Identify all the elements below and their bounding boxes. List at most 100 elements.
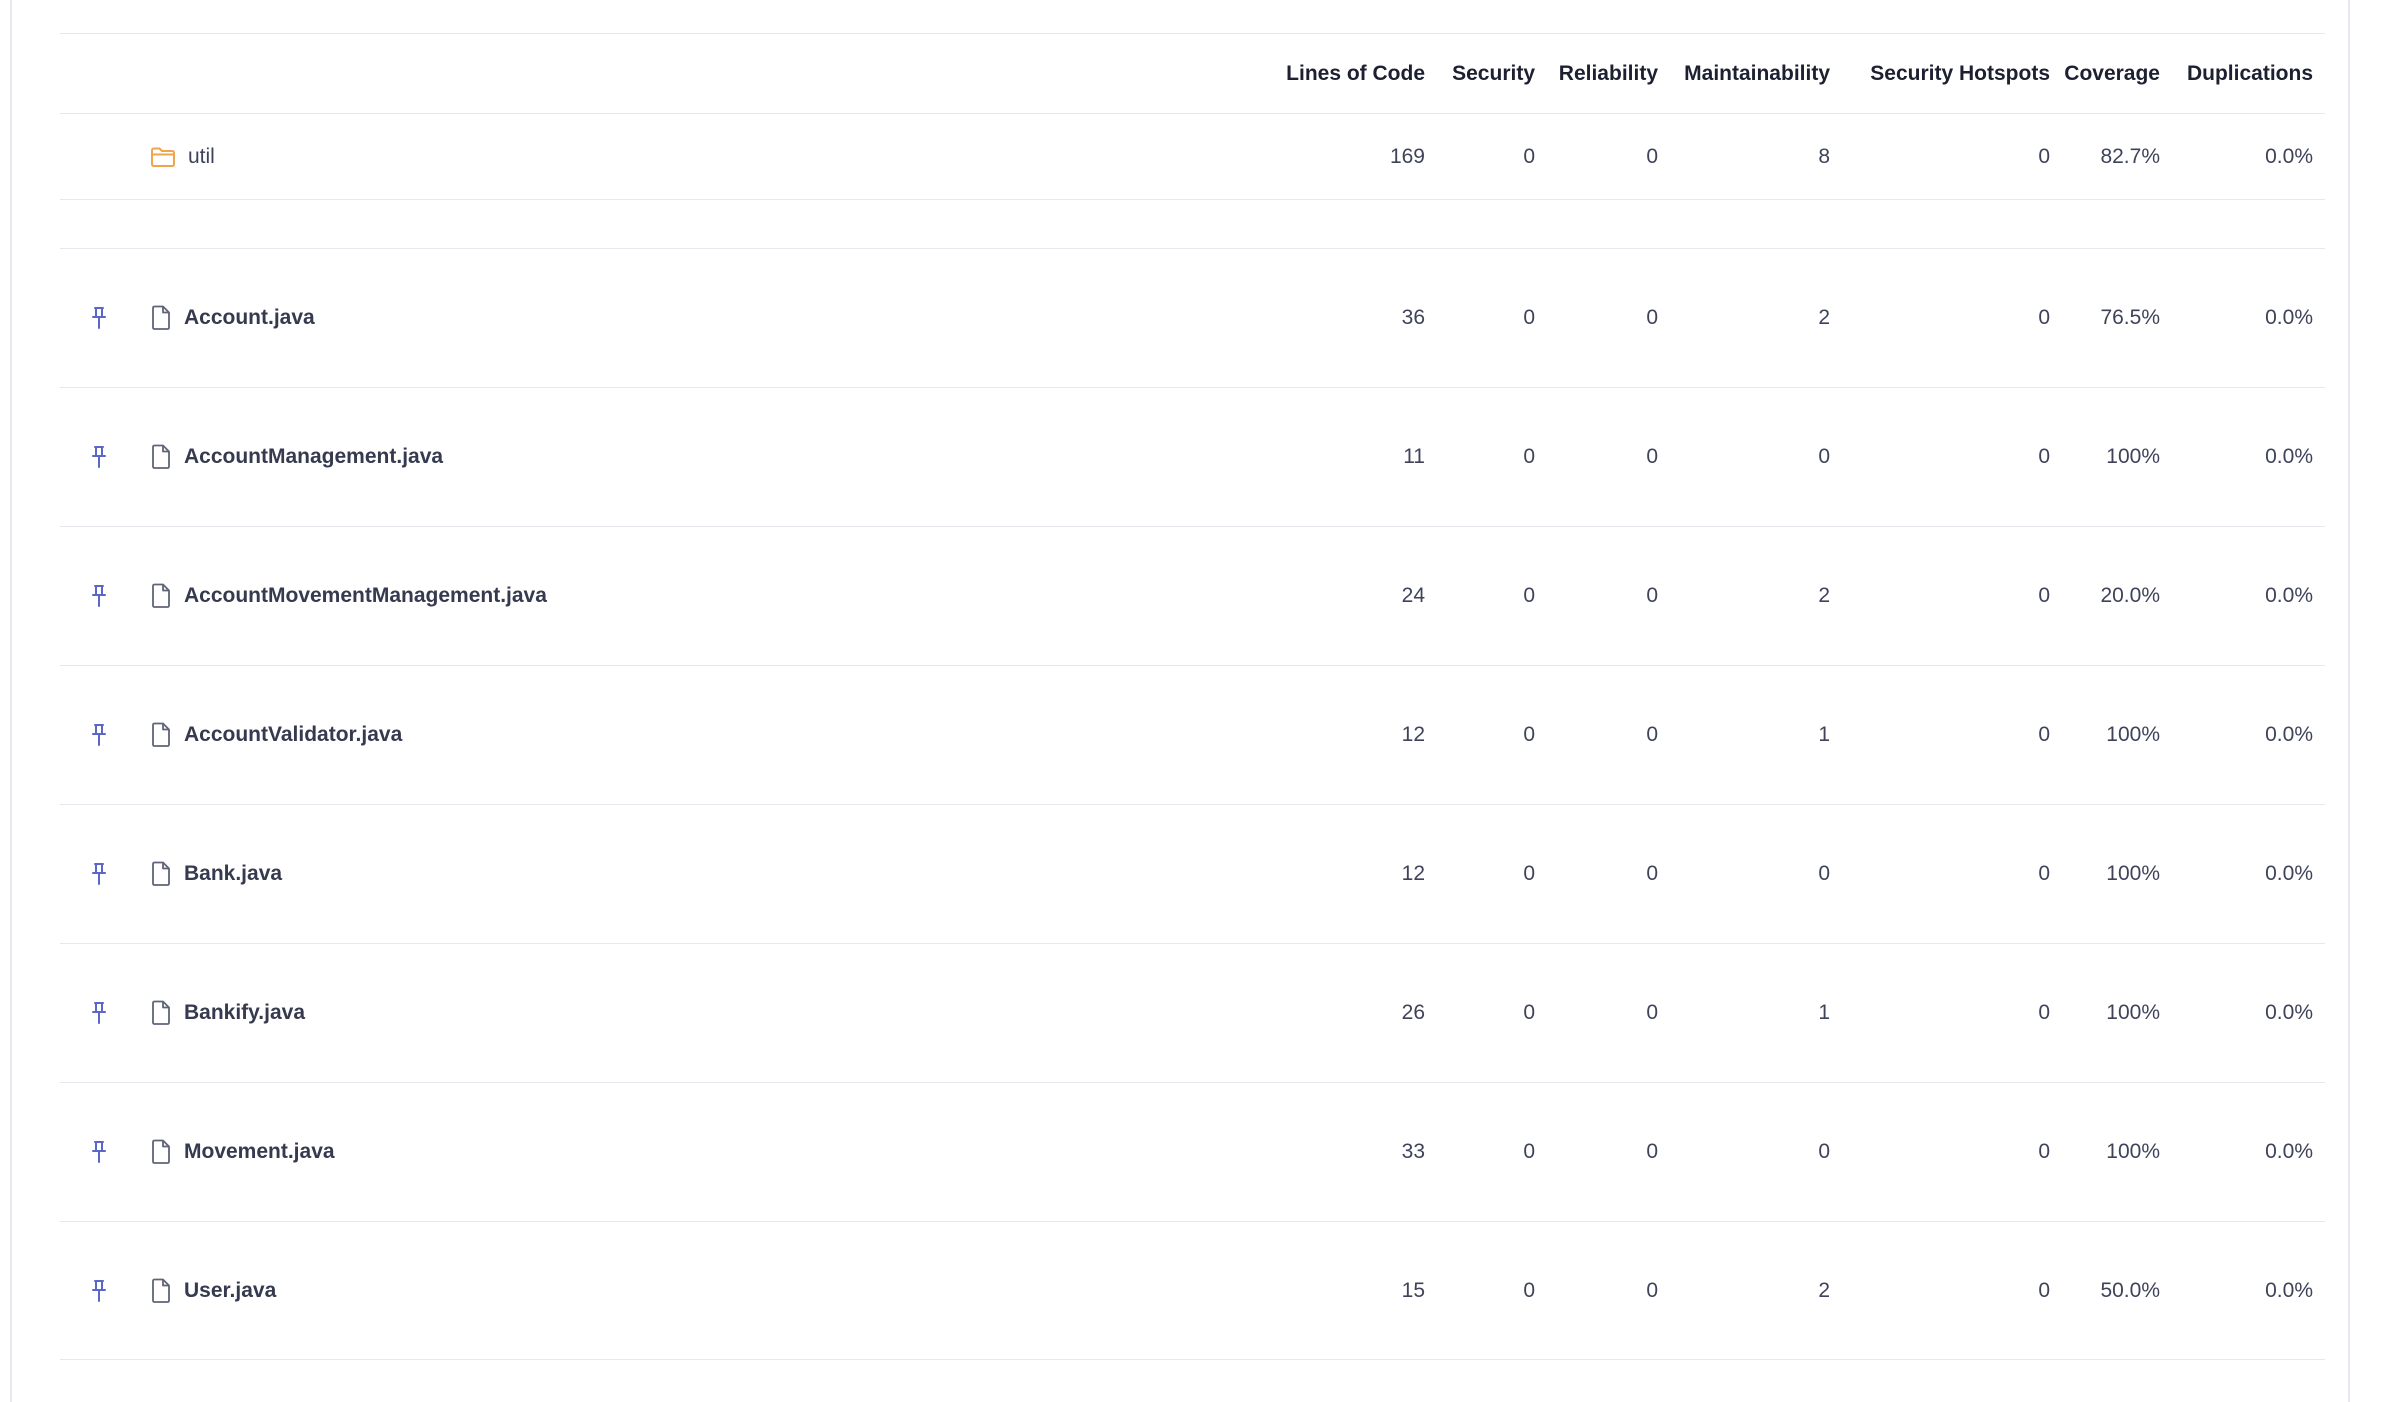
lines-of-code-value[interactable]: 11 [1210,388,1425,526]
duplications-value[interactable]: 0.0% [2170,249,2313,387]
security-hotspots-value[interactable]: 0 [1840,388,2050,526]
column-header-duplications[interactable]: Duplications [2170,34,2313,113]
table-row-file[interactable]: Movement.java 33 0 0 0 0 100% 0.0% [60,1082,2325,1221]
duplications-value[interactable]: 0.0% [2170,805,2313,943]
maintainability-value[interactable]: 0 [1670,1083,1830,1221]
file-name-link[interactable]: AccountManagement.java [184,445,443,469]
lines-of-code-value[interactable]: 24 [1210,527,1425,665]
maintainability-value[interactable]: 0 [1670,388,1830,526]
file-icon [150,1139,172,1165]
column-header-coverage[interactable]: Coverage [2060,34,2160,113]
maintainability-value[interactable]: 2 [1670,1222,1830,1359]
security-hotspots-value[interactable]: 0 [1840,527,2050,665]
security-hotspots-value[interactable]: 0 [1840,114,2050,199]
table-row-file[interactable]: Account.java 36 0 0 2 0 76.5% 0.0% [60,248,2325,387]
maintainability-value[interactable]: 1 [1670,666,1830,804]
maintainability-value[interactable]: 2 [1670,527,1830,665]
coverage-value[interactable]: 100% [2060,944,2160,1082]
duplications-value[interactable]: 0.0% [2170,666,2313,804]
security-value[interactable]: 0 [1435,527,1535,665]
table-spacer-row [60,199,2325,248]
coverage-value[interactable]: 100% [2060,388,2160,526]
lines-of-code-value[interactable]: 12 [1210,666,1425,804]
column-header-maintainability[interactable]: Maintainability [1670,34,1830,113]
security-hotspots-value[interactable]: 0 [1840,666,2050,804]
maintainability-value[interactable]: 1 [1670,944,1830,1082]
duplications-value[interactable]: 0.0% [2170,114,2313,199]
table-row-file[interactable]: Bank.java 12 0 0 0 0 100% 0.0% [60,804,2325,943]
security-value[interactable]: 0 [1435,1083,1535,1221]
file-name-cell: User.java [150,1222,276,1359]
security-hotspots-value[interactable]: 0 [1840,944,2050,1082]
reliability-value[interactable]: 0 [1545,805,1658,943]
security-value[interactable]: 0 [1435,666,1535,804]
file-name-link[interactable]: AccountMovementManagement.java [184,584,547,608]
column-header-security[interactable]: Security [1435,34,1535,113]
coverage-value[interactable]: 20.0% [2060,527,2160,665]
reliability-value[interactable]: 0 [1545,1222,1658,1359]
file-name-link[interactable]: User.java [184,1279,276,1303]
duplications-value[interactable]: 0.0% [2170,1083,2313,1221]
reliability-value[interactable]: 0 [1545,944,1658,1082]
file-name-link[interactable]: AccountValidator.java [184,723,402,747]
security-hotspots-value[interactable]: 0 [1840,1222,2050,1359]
file-name-link[interactable]: Bank.java [184,862,282,886]
security-hotspots-value[interactable]: 0 [1840,1083,2050,1221]
duplications-value[interactable]: 0.0% [2170,527,2313,665]
maintainability-value[interactable]: 2 [1670,249,1830,387]
coverage-value[interactable]: 100% [2060,666,2160,804]
lines-of-code-value[interactable]: 36 [1210,249,1425,387]
file-name-link[interactable]: Movement.java [184,1140,335,1164]
duplications-value[interactable]: 0.0% [2170,944,2313,1082]
pin-icon[interactable] [88,527,110,665]
maintainability-value[interactable]: 0 [1670,805,1830,943]
reliability-value[interactable]: 0 [1545,249,1658,387]
reliability-value[interactable]: 0 [1545,1083,1658,1221]
reliability-value[interactable]: 0 [1545,666,1658,804]
file-name-link[interactable]: Account.java [184,306,315,330]
table-row-file[interactable]: AccountMovementManagement.java 24 0 0 2 … [60,526,2325,665]
security-value[interactable]: 0 [1435,805,1535,943]
table-row-file[interactable]: User.java 15 0 0 2 0 50.0% 0.0% [60,1221,2325,1360]
pin-icon[interactable] [88,666,110,804]
security-value[interactable]: 0 [1435,1222,1535,1359]
file-icon [150,444,172,470]
pin-icon[interactable] [88,1083,110,1221]
lines-of-code-value[interactable]: 33 [1210,1083,1425,1221]
security-value[interactable]: 0 [1435,388,1535,526]
security-value[interactable]: 0 [1435,114,1535,199]
table-row-file[interactable]: Bankify.java 26 0 0 1 0 100% 0.0% [60,943,2325,1082]
lines-of-code-value[interactable]: 15 [1210,1222,1425,1359]
coverage-value[interactable]: 50.0% [2060,1222,2160,1359]
reliability-value[interactable]: 0 [1545,388,1658,526]
security-hotspots-value[interactable]: 0 [1840,249,2050,387]
table-row-file[interactable]: AccountManagement.java 11 0 0 0 0 100% 0… [60,387,2325,526]
security-hotspots-value[interactable]: 0 [1840,805,2050,943]
coverage-value[interactable]: 100% [2060,805,2160,943]
coverage-value[interactable]: 76.5% [2060,249,2160,387]
column-header-reliability[interactable]: Reliability [1545,34,1658,113]
column-header-lines-of-code[interactable]: Lines of Code [1210,34,1425,113]
pin-icon[interactable] [88,944,110,1082]
lines-of-code-value[interactable]: 169 [1210,114,1425,199]
coverage-value[interactable]: 100% [2060,1083,2160,1221]
duplications-value[interactable]: 0.0% [2170,1222,2313,1359]
coverage-value[interactable]: 82.7% [2060,114,2160,199]
pin-icon[interactable] [88,388,110,526]
pin-icon[interactable] [88,1222,110,1359]
duplications-value[interactable]: 0.0% [2170,388,2313,526]
file-name-link[interactable]: Bankify.java [184,1001,305,1025]
table-row-file[interactable]: AccountValidator.java 12 0 0 1 0 100% 0.… [60,665,2325,804]
security-value[interactable]: 0 [1435,249,1535,387]
folder-name-link[interactable]: util [188,145,215,169]
pin-icon[interactable] [88,805,110,943]
reliability-value[interactable]: 0 [1545,114,1658,199]
lines-of-code-value[interactable]: 12 [1210,805,1425,943]
column-header-security-hotspots[interactable]: Security Hotspots [1840,34,2050,113]
maintainability-value[interactable]: 8 [1670,114,1830,199]
security-value[interactable]: 0 [1435,944,1535,1082]
reliability-value[interactable]: 0 [1545,527,1658,665]
table-row-folder[interactable]: util 169 0 0 8 0 82.7% 0.0% [60,113,2325,199]
lines-of-code-value[interactable]: 26 [1210,944,1425,1082]
pin-icon[interactable] [88,249,110,387]
